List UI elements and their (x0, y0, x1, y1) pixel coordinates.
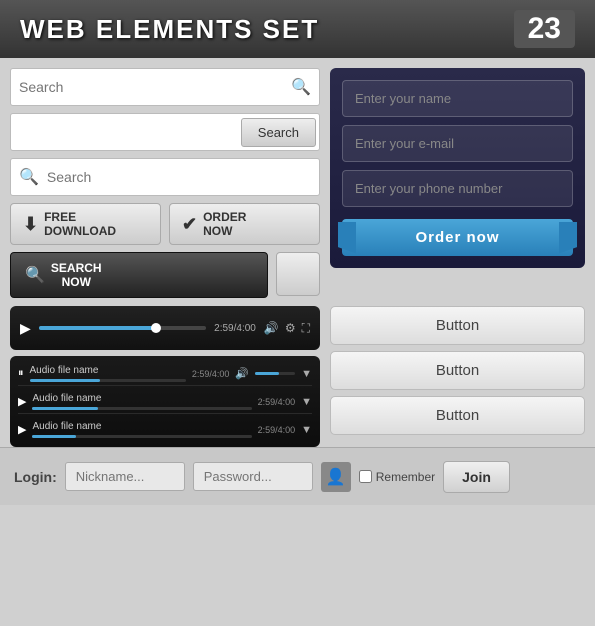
search-bar-1: 🔍 (10, 68, 320, 106)
search-icon-1: 🔍 (291, 77, 311, 97)
ribbon-left (338, 222, 356, 254)
audio-player-list: ⏸ Audio file name 2:59/4:00 🔊 ▼ (10, 356, 320, 447)
fullscreen-icon[interactable]: ⛶ (302, 321, 310, 336)
search-now-icon: 🔍 (25, 265, 45, 285)
audio-track-2: ▶ Audio file name 2:59/4:00 ▼ (18, 390, 312, 414)
audio-track-3: ▶ Audio file name 2:59/4:00 ▼ (18, 418, 312, 441)
remember-wrapper: Remember (359, 470, 435, 484)
audio-info-1: Audio file name (30, 365, 186, 382)
audio-pause-button-1[interactable]: ⏸ (18, 367, 24, 380)
order-now-button[interactable]: Order now (342, 219, 573, 256)
remember-checkbox[interactable] (359, 470, 372, 483)
audio-name-2: Audio file name (32, 393, 251, 404)
search-input-1[interactable] (19, 79, 291, 95)
audio-expand-2[interactable]: ▼ (301, 396, 312, 408)
download-icon: ⬇ (23, 214, 38, 235)
audio-time-2: 2:59/4:00 (258, 397, 296, 407)
audio-play-button-3[interactable]: ▶ (18, 423, 26, 436)
audio-fill-3 (32, 435, 76, 438)
free-download-button[interactable]: ⬇ FREEDOWNLOAD (10, 203, 161, 245)
audio-info-2: Audio file name (32, 393, 251, 410)
right-column: Order now (330, 68, 585, 298)
search-button-2[interactable]: Search (241, 118, 316, 147)
ribbon-right (559, 222, 577, 254)
audio-fill-2 (32, 407, 98, 410)
square-button[interactable] (276, 252, 320, 296)
order-label: ORDERNOW (203, 210, 246, 238)
audio-time-3: 2:59/4:00 (258, 425, 296, 435)
volume-icon[interactable]: 🔊 (264, 321, 279, 336)
right-button-1[interactable]: Button (330, 306, 585, 345)
phone-input[interactable] (342, 170, 573, 207)
password-input[interactable] (193, 462, 313, 491)
settings-icon[interactable]: ⚙ (285, 321, 296, 336)
user-icon: 👤 (321, 462, 351, 492)
audio-info-3: Audio file name (32, 421, 251, 438)
remember-label: Remember (376, 470, 435, 484)
checkmark-icon: ✔ (182, 214, 197, 235)
join-button[interactable]: Join (443, 461, 510, 493)
audio-progress-bar-2[interactable] (32, 407, 251, 410)
left-column: 🔍 Search 🔍 ⬇ FREEDOWNLOAD ✔ ORD (10, 68, 320, 298)
audio-progress-bar-1[interactable] (30, 379, 186, 382)
email-input[interactable] (342, 125, 573, 162)
search-now-row: 🔍 SEARCHNOW (10, 252, 320, 298)
right-button-2[interactable]: Button (330, 351, 585, 390)
audio-expand-3[interactable]: ▼ (301, 424, 312, 436)
volume-fill-1 (255, 372, 279, 375)
audio-volume-icon-1[interactable]: 🔊 (235, 367, 249, 380)
audio-name-1: Audio file name (30, 365, 186, 376)
right-button-3[interactable]: Button (330, 396, 585, 435)
nickname-input[interactable] (65, 462, 185, 491)
video-play-button[interactable]: ▶ (20, 320, 31, 337)
login-label: Login: (14, 469, 57, 485)
search-now-button[interactable]: 🔍 SEARCHNOW (10, 252, 268, 298)
audio-time-1: 2:59/4:00 (192, 369, 230, 379)
video-player: ▶ 2:59/4:00 🔊 ⚙ ⛶ (10, 306, 320, 350)
audio-fill-1 (30, 379, 100, 382)
player-controls: 🔊 ⚙ ⛶ (264, 321, 310, 336)
search-input-2[interactable] (11, 124, 238, 140)
order-now-button-small[interactable]: ✔ ORDERNOW (169, 203, 320, 245)
search-bar-2: Search (10, 113, 320, 151)
header: WEB ELEMENTS SET 23 (0, 0, 595, 58)
video-progress-fill (39, 326, 156, 330)
content-area: 🔍 Search 🔍 ⬇ FREEDOWNLOAD ✔ ORD (0, 58, 595, 447)
audio-name-3: Audio file name (32, 421, 251, 432)
search-bar-3: 🔍 (10, 158, 320, 196)
footer: Login: 👤 Remember Join (0, 447, 595, 505)
search-now-label: SEARCHNOW (51, 261, 102, 289)
player-left: ▶ 2:59/4:00 🔊 ⚙ ⛶ ⏸ Audio fil (10, 306, 320, 447)
video-progress-bar[interactable] (39, 326, 206, 330)
header-number: 23 (514, 10, 575, 48)
order-button-wrapper: Order now (342, 219, 573, 256)
audio-progress-bar-3[interactable] (32, 435, 251, 438)
search-input-3[interactable] (47, 169, 311, 185)
download-label: FREEDOWNLOAD (44, 210, 116, 238)
audio-track-1: ⏸ Audio file name 2:59/4:00 🔊 ▼ (18, 362, 312, 386)
video-time: 2:59/4:00 (214, 323, 256, 334)
name-input[interactable] (342, 80, 573, 117)
header-title: WEB ELEMENTS SET (20, 14, 319, 45)
audio-play-button-2[interactable]: ▶ (18, 395, 26, 408)
video-progress-thumb (151, 323, 161, 333)
button-row: ⬇ FREEDOWNLOAD ✔ ORDERNOW (10, 203, 320, 245)
order-form: Order now (330, 68, 585, 268)
audio-expand-1[interactable]: ▼ (301, 368, 312, 380)
player-right: Button Button Button (330, 306, 585, 447)
search-icon-3: 🔍 (19, 167, 39, 187)
